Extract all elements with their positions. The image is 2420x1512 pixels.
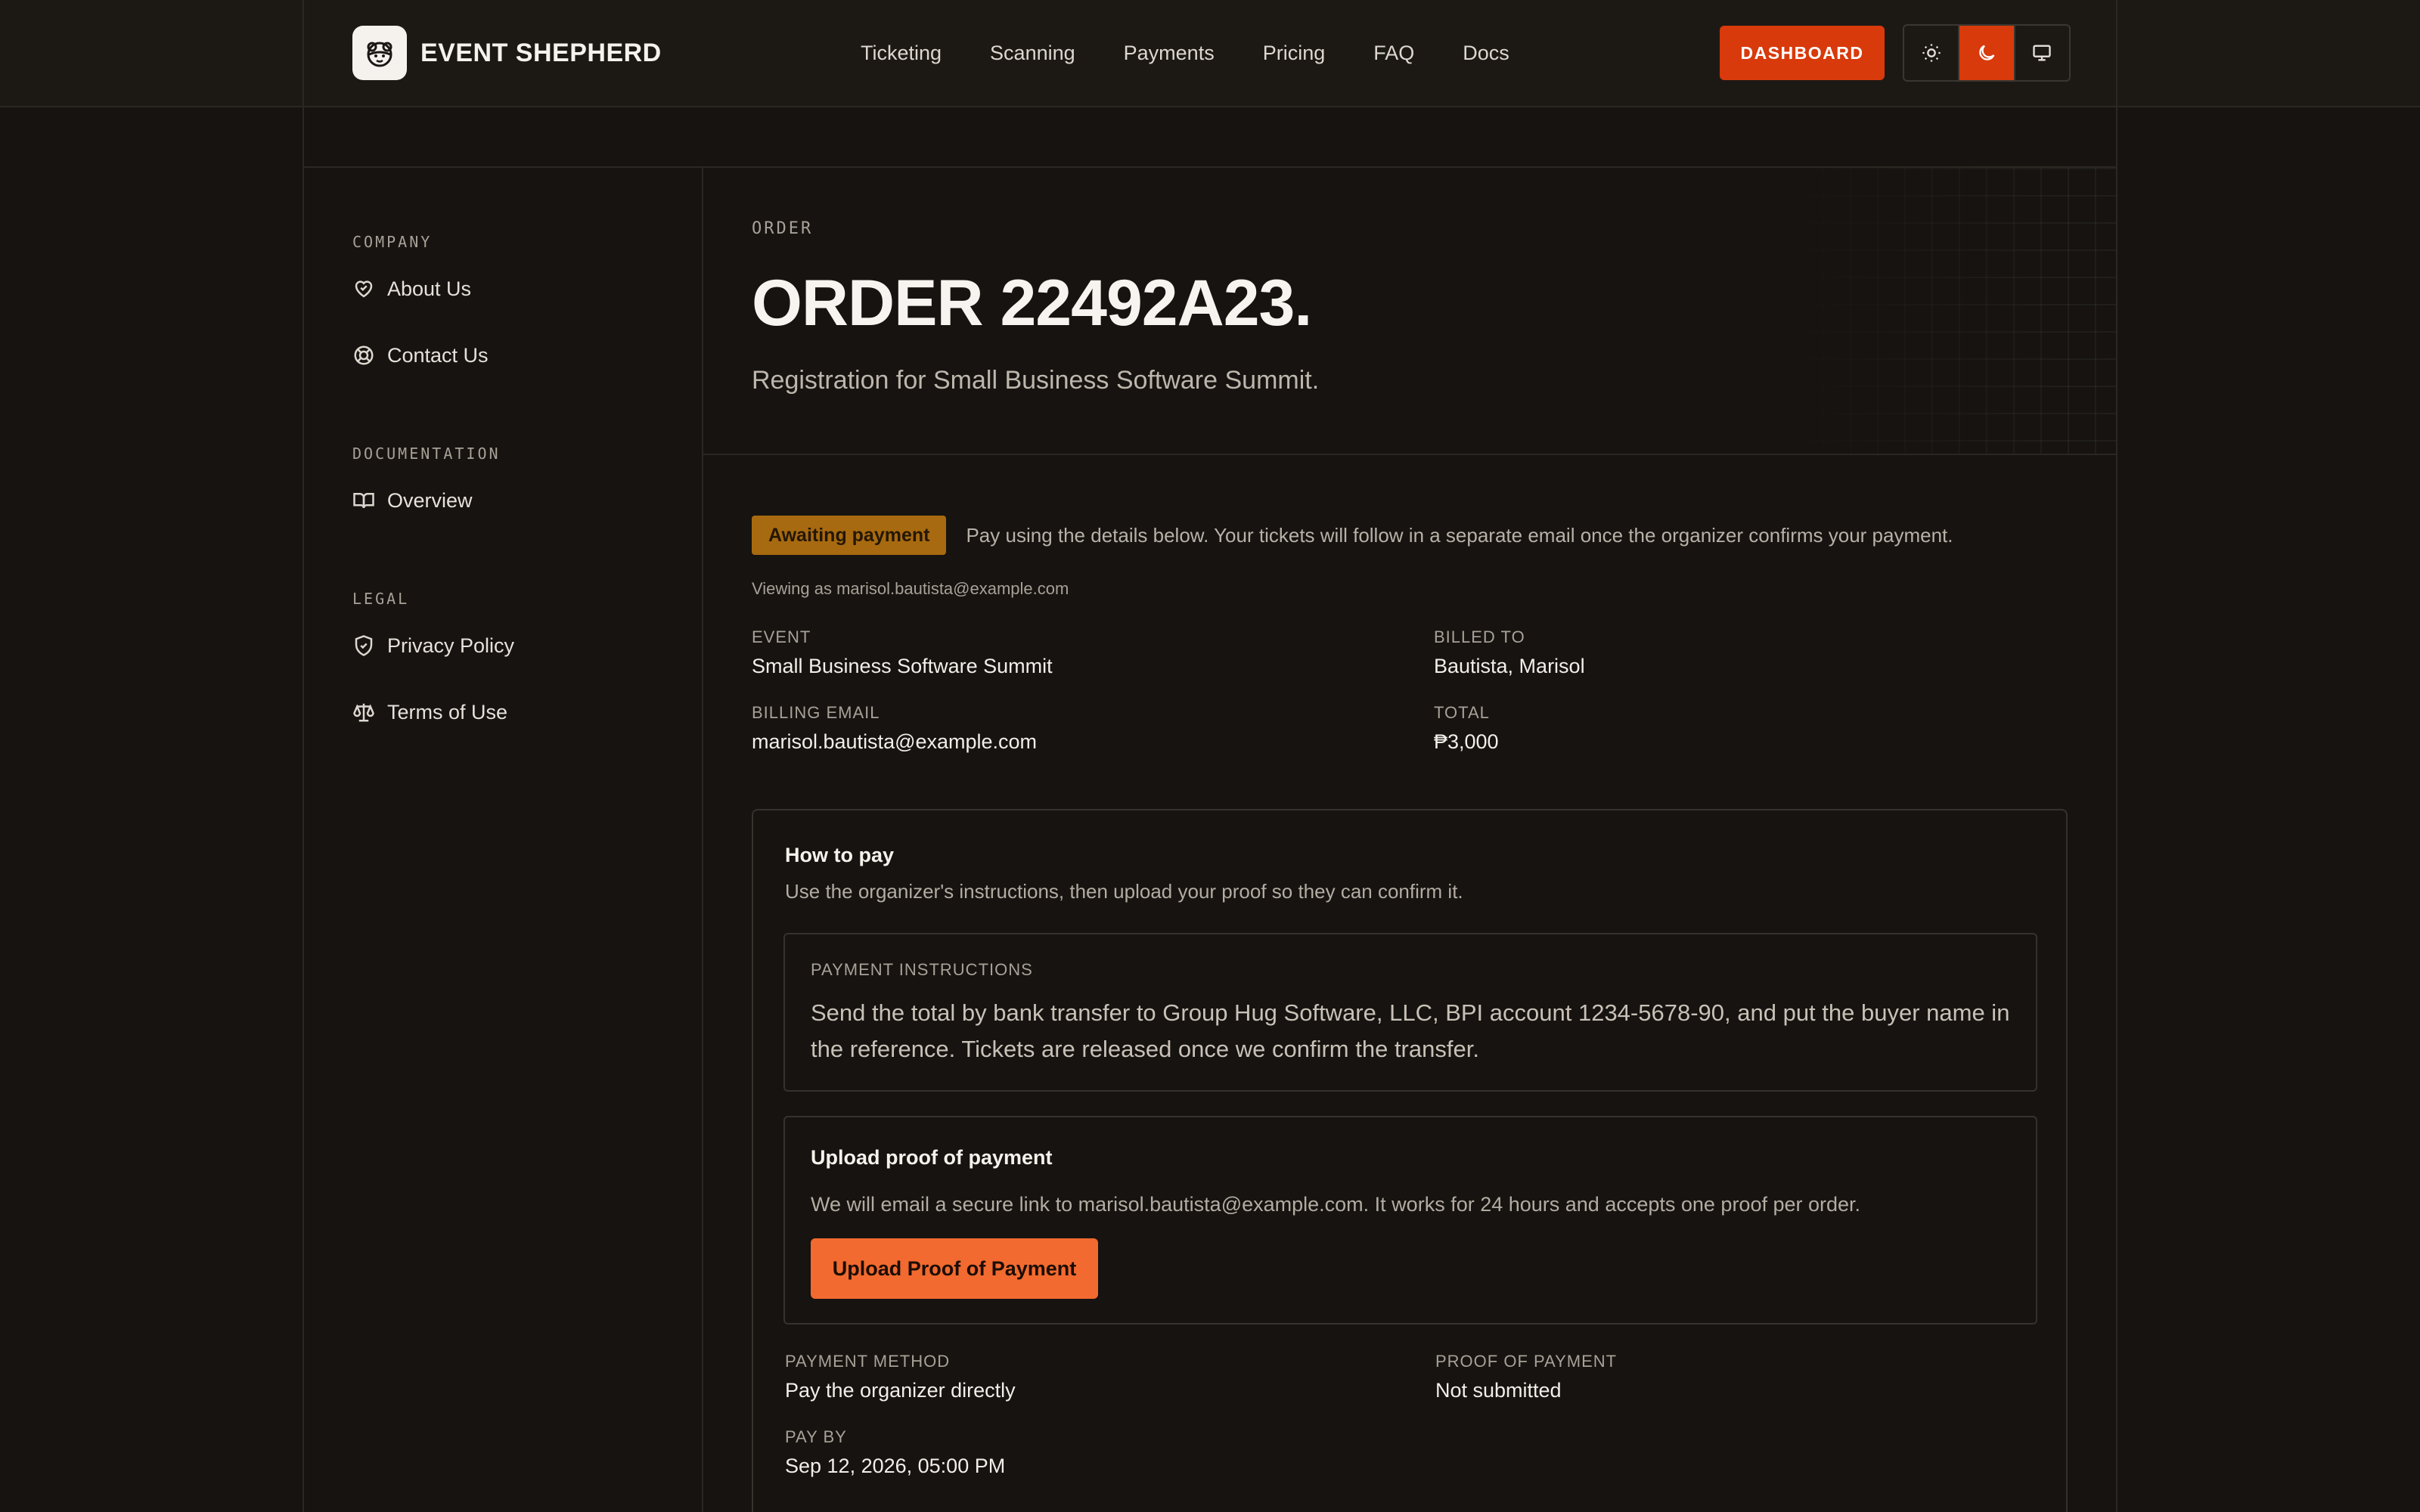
detail-value: Sep 12, 2026, 05:00 PM [785,1455,1006,1477]
viewing-as: Viewing as marisol.bautista@example.com [752,579,1069,598]
event-detail: EVENT Small Business Software Summit [752,627,1053,678]
detail-label: TOTAL [1434,703,1490,722]
sidebar-item-label: Overview [387,488,473,512]
page-subtitle: Registration for Small Business Software… [752,366,1320,395]
payment-instructions-box: PAYMENT INSTRUCTIONS Send the total by b… [783,933,2037,1092]
detail-label: PROOF OF PAYMENT [1435,1352,1618,1371]
how-to-pay-card: How to pay Use the organizer's instructi… [752,809,2068,1512]
sidebar: COMPANY About Us Contact Us DOCUMENTATIO… [304,168,703,1512]
pay-by-detail: PAY BY Sep 12, 2026, 05:00 PM [785,1427,1005,1478]
detail-value: Pay the organizer directly [785,1379,1016,1402]
detail-label: BILLED TO [1434,627,1525,646]
detail-label: EVENT [752,627,811,646]
status-row: Awaiting payment Pay using the details b… [752,516,1953,555]
upload-proof-button[interactable]: Upload Proof of Payment [811,1238,1098,1299]
sidebar-item-terms-of-use[interactable]: Terms of Use [352,697,514,727]
instructions-text: Send the total by bank transfer to Group… [811,999,2010,1062]
page-title: ORDER 22492A23. [752,267,1312,339]
sidebar-item-privacy-policy[interactable]: Privacy Policy [352,631,514,661]
sidebar-item-label: Privacy Policy [387,634,515,657]
decorative-grid [1768,168,2116,454]
sidebar-item-about-us[interactable]: About Us [352,274,489,304]
shield-icon [352,634,375,657]
instructions-label: PAYMENT INSTRUCTIONS [811,960,1033,979]
billed-to-detail: BILLED TO Bautista, Marisol [1434,627,1585,678]
sidebar-section-legal: LEGAL Privacy Policy Terms of Use [352,590,514,727]
hero-eyebrow: ORDER [752,219,814,238]
sidebar-heading: DOCUMENTATION [352,445,501,463]
status-badge: Awaiting payment [752,516,947,555]
sidebar-item-label: Terms of Use [387,700,508,723]
detail-value: marisol.bautista@example.com [752,730,1038,753]
sidebar-heading: COMPANY [352,233,433,251]
heart-handshake-icon [352,277,375,300]
sidebar-section-company: COMPANY About Us Contact Us [352,233,489,370]
billing-email-detail: BILLING EMAIL marisol.bautista@example.c… [752,703,1037,754]
sidebar-item-label: About Us [387,277,472,300]
book-icon [352,489,375,512]
scale-icon [352,701,375,723]
order-hero: ORDER ORDER 22492A23. Registration for S… [703,168,2116,455]
detail-value: ₱3,000 [1434,730,1499,753]
sidebar-item-overview[interactable]: Overview [352,485,501,516]
detail-value: Not submitted [1435,1379,1562,1402]
how-to-pay-description: Use the organizer's instructions, then u… [785,880,1463,903]
detail-label: BILLING EMAIL [752,703,880,722]
lifebuoy-icon [352,344,375,367]
detail-value: Bautista, Marisol [1434,655,1585,677]
upload-description: We will email a secure link to marisol.b… [811,1193,1861,1216]
upload-proof-box: Upload proof of payment We will email a … [783,1116,2037,1325]
sidebar-section-documentation: DOCUMENTATION Overview [352,445,501,516]
payment-method-detail: PAYMENT METHOD Pay the organizer directl… [785,1352,1016,1402]
total-detail: TOTAL ₱3,000 [1434,703,1499,754]
detail-value: Small Business Software Summit [752,655,1053,677]
detail-label: PAY BY [785,1427,847,1446]
sidebar-heading: LEGAL [352,590,410,608]
detail-label: PAYMENT METHOD [785,1352,951,1371]
upload-title: Upload proof of payment [811,1146,1053,1169]
sidebar-item-label: Contact Us [387,343,489,367]
proof-of-payment-detail: PROOF OF PAYMENT Not submitted [1435,1352,1617,1402]
status-message: Pay using the details below. Your ticket… [966,523,1953,547]
how-to-pay-title: How to pay [785,844,895,866]
sidebar-item-contact-us[interactable]: Contact Us [352,340,489,370]
sub-bar [302,107,2118,168]
